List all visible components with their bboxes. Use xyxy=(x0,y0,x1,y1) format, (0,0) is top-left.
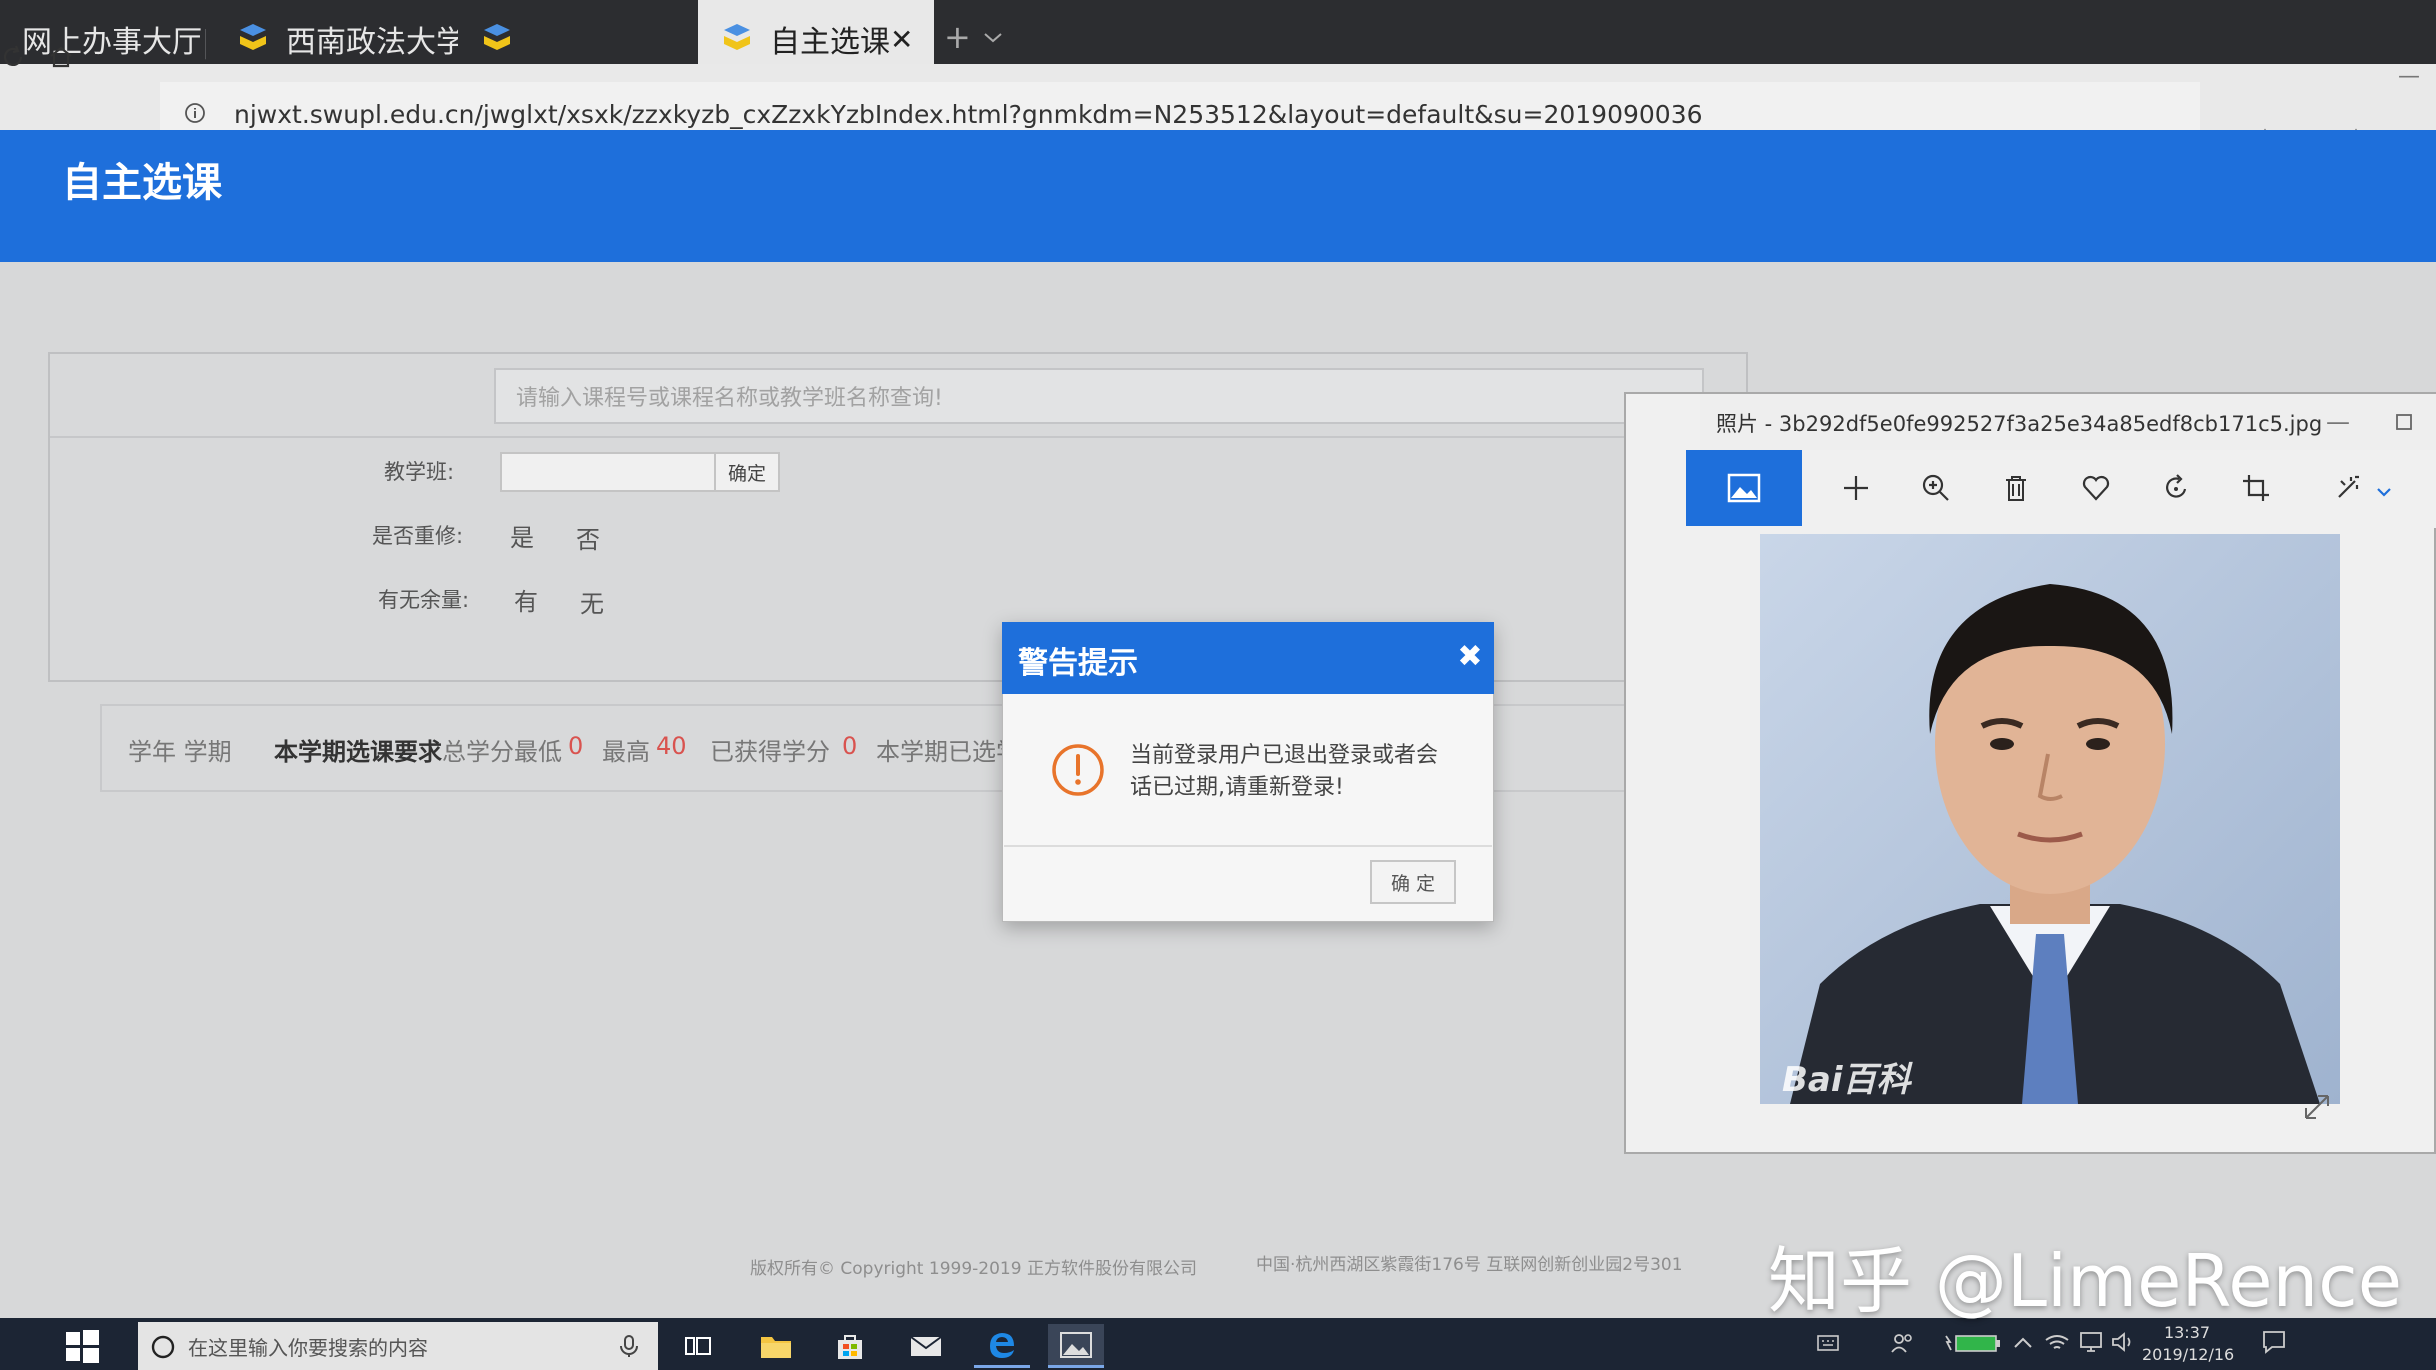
input-method-icon[interactable] xyxy=(1816,1332,1840,1354)
year-term-label: 学年 学期 xyxy=(128,738,232,766)
zhihu-watermark: 知乎 @LimeRence xyxy=(1768,1239,2403,1323)
zoom-button[interactable] xyxy=(1914,466,1958,510)
crop-button[interactable] xyxy=(2234,466,2278,510)
mail-icon xyxy=(910,1336,942,1356)
site-info-icon[interactable] xyxy=(184,102,206,124)
new-tab-button[interactable]: + xyxy=(944,18,971,56)
chevron-up-icon[interactable] xyxy=(2012,1334,2034,1352)
browser-minimize-icon[interactable]: — xyxy=(2398,64,2420,89)
photos-app-icon xyxy=(1060,1331,1092,1358)
cortana-circle-icon xyxy=(151,1335,175,1359)
photos-minimize-button[interactable]: — xyxy=(2318,404,2358,440)
retake-yes-option[interactable]: 是 xyxy=(510,518,534,553)
maximize-icon xyxy=(2396,414,2412,430)
course-search-input[interactable]: 请输入课程号或课程名称或教学班名称查询! xyxy=(494,368,1704,424)
requirement-label: 本学期选课要求 xyxy=(274,738,442,766)
min-credit-label: 总学分最低 xyxy=(442,738,562,766)
edit-effects-button[interactable] xyxy=(2326,466,2370,510)
edge-browser-button[interactable] xyxy=(974,1324,1030,1368)
page-title: 自主选课 xyxy=(62,160,222,206)
photos-app-button[interactable] xyxy=(1048,1324,1104,1368)
taskbar-search-box[interactable]: 在这里输入你要搜索的内容 xyxy=(138,1322,658,1370)
max-credit-value: 40 xyxy=(656,732,687,760)
warning-dialog-title: 警告提示 xyxy=(1018,646,1138,681)
remaining-filter-label: 有无余量: xyxy=(378,588,470,612)
windows-start-icon[interactable] xyxy=(62,1326,102,1366)
footer-address: 中国·杭州西湖区紫霞街176号 互联网创新创业园2号301 xyxy=(1256,1255,1683,1275)
app-logo-icon xyxy=(484,24,510,50)
heart-icon xyxy=(2082,475,2110,501)
selected-credit-label: 本学期已选学 xyxy=(876,738,1020,766)
max-credit-label: 最高 xyxy=(602,738,650,766)
file-explorer-button[interactable] xyxy=(748,1324,804,1368)
folder-icon xyxy=(761,1337,791,1358)
task-view-icon xyxy=(685,1337,711,1355)
remaining-yes-option[interactable]: 有 xyxy=(514,582,538,617)
class-filter-confirm-button[interactable]: 确定 xyxy=(714,452,780,492)
taskbar-search-placeholder: 在这里输入你要搜索的内容 xyxy=(188,1335,428,1360)
photos-maximize-button[interactable] xyxy=(2384,404,2424,440)
store-button[interactable] xyxy=(822,1324,878,1368)
earned-credit-value: 0 xyxy=(842,732,858,760)
store-bag-icon xyxy=(838,1335,862,1359)
rotate-button[interactable] xyxy=(2154,466,2198,510)
warning-message: 当前登录用户已退出登录或者会话已过期,请重新登录! xyxy=(1130,743,1439,800)
tab-close-icon[interactable]: ✕ xyxy=(890,23,913,56)
zoom-in-icon xyxy=(1922,474,1949,501)
microphone-icon[interactable] xyxy=(618,1334,640,1358)
footer-copyright: 版权所有© Copyright 1999-2019 正方软件股份有限公司 xyxy=(750,1259,1197,1279)
warning-icon xyxy=(1052,744,1104,796)
app-logo-icon xyxy=(240,24,266,50)
home-icon[interactable] xyxy=(48,44,74,70)
tab-label: 西南政法大学教学管理信息| xyxy=(286,25,458,60)
app-logo-icon xyxy=(724,24,750,50)
display-icon[interactable] xyxy=(2078,1330,2104,1354)
network-icon[interactable] xyxy=(2044,1330,2070,1354)
remaining-no-option[interactable]: 无 xyxy=(580,584,604,619)
rotate-icon xyxy=(2166,474,2187,498)
retake-filter-label: 是否重修: xyxy=(372,524,464,548)
tab-label: 自主选课 xyxy=(770,25,890,60)
dialog-ok-button[interactable]: 确 定 xyxy=(1370,860,1456,904)
taskbar-clock[interactable]: 13:37 2019/12/16 xyxy=(2142,1322,2235,1366)
dialog-divider xyxy=(1004,845,1492,847)
task-view-button[interactable] xyxy=(670,1324,726,1368)
refresh-icon[interactable] xyxy=(0,44,26,70)
filter-divider xyxy=(50,436,1746,438)
min-credit-value: 0 xyxy=(568,732,584,760)
earned-credit-label: 已获得学分 xyxy=(710,738,830,766)
displayed-photo xyxy=(1760,534,2340,1104)
class-filter-input[interactable] xyxy=(500,452,716,492)
page-header-bar xyxy=(0,130,2436,262)
url-text: njwxt.swupl.edu.cn/jwglxt/xsxk/zzxkyzb_c… xyxy=(234,99,1703,129)
expand-icon[interactable] xyxy=(2300,1090,2334,1124)
dialog-close-icon[interactable]: ✖ xyxy=(1454,639,1486,674)
clock-date: 2019/12/16 xyxy=(2142,1345,2235,1364)
people-icon[interactable] xyxy=(1890,1330,1916,1356)
add-to-button[interactable] xyxy=(1834,466,1878,510)
chevron-down-icon[interactable] xyxy=(2376,484,2392,500)
battery-charging-icon[interactable] xyxy=(1942,1330,2004,1356)
photos-collection-button[interactable] xyxy=(1686,450,1802,526)
class-filter-label: 教学班: xyxy=(384,460,455,484)
trash-icon xyxy=(2006,476,2026,501)
tab-list-chevron-icon[interactable] xyxy=(982,26,1004,48)
delete-button[interactable] xyxy=(1994,466,2038,510)
edge-icon xyxy=(990,1332,1014,1358)
portrait-image xyxy=(1760,534,2340,1104)
photos-window-title: 照片 - 3b292df5e0fe992527f3a25e34a85edf8cb… xyxy=(1716,412,2323,436)
action-center-icon[interactable] xyxy=(2260,1328,2288,1356)
mail-button[interactable] xyxy=(898,1324,954,1368)
retake-no-option[interactable]: 否 xyxy=(576,520,600,555)
picture-icon xyxy=(1727,473,1761,503)
magic-edit-icon xyxy=(2338,475,2359,498)
plus-icon xyxy=(1844,476,1868,500)
volume-icon[interactable] xyxy=(2110,1330,2136,1354)
search-placeholder: 请输入课程号或课程名称或教学班名称查询! xyxy=(516,386,943,411)
favorite-button[interactable] xyxy=(2074,466,2118,510)
crop-icon xyxy=(2243,475,2269,501)
photo-watermark-logo: Bai百科 xyxy=(1782,1060,1911,1100)
